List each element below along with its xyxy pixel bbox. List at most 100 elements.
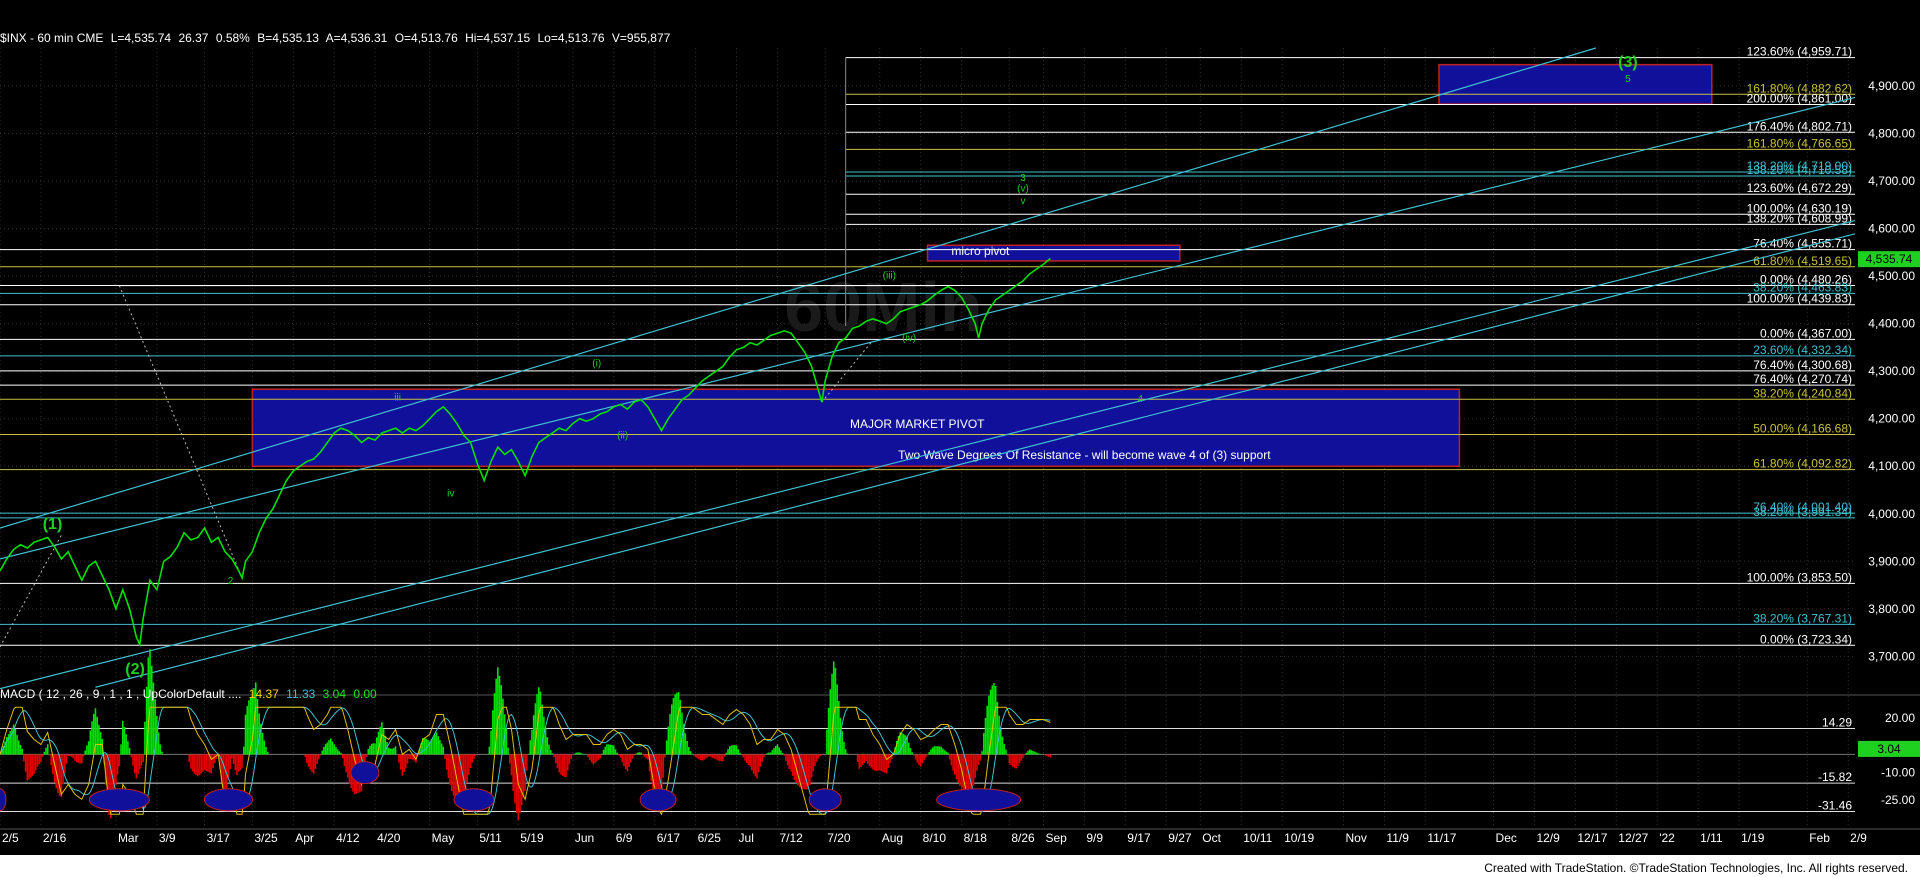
wave-label: iii (394, 393, 401, 404)
y-axis-tick-label: 4,900.00 (1868, 79, 1915, 93)
macd-ellipse-marker (203, 788, 253, 812)
fib-level-label: 200.00% (4,861.00) (1747, 92, 1852, 106)
x-axis-tick-label: 5/19 (520, 831, 544, 845)
fib-level-label: 123.60% (4,959.71) (1747, 45, 1852, 59)
y-axis-tick-label: 4,300.00 (1868, 364, 1915, 378)
x-axis-tick-label: 1/11 (1700, 831, 1723, 845)
wave-label: (iv) (902, 333, 916, 344)
fib-level-label: 50.00% (4,166.68) (1753, 422, 1852, 436)
x-axis-tick-label: 9/9 (1086, 831, 1103, 845)
macd-ellipse-marker (639, 788, 677, 812)
x-axis-tick-label: Apr (295, 831, 314, 845)
macd-zero-value: 0.00 (353, 687, 377, 701)
zone-label: Two Wave Degrees Of Resistance - will be… (898, 448, 1271, 462)
copyright-footer: Created with TradeStation. ©TradeStation… (1480, 861, 1912, 875)
channel-line (0, 96, 1856, 560)
x-axis-tick-label: 4/20 (377, 831, 401, 845)
dotted-trend-line (118, 285, 243, 579)
y-axis-tick-label: 4,100.00 (1868, 459, 1915, 473)
fib-level-label: 123.60% (4,672.29) (1747, 181, 1852, 195)
last-price-tag-label: 4,535.74 (1866, 252, 1913, 266)
macd-ellipse-marker (808, 788, 842, 812)
volume-label: V=955,877 (611, 31, 671, 45)
x-axis-tick-label: 8/18 (964, 831, 988, 845)
x-axis-tick-label: 10/11 (1243, 831, 1272, 845)
fib-level-label: 161.80% (4,766.65) (1747, 136, 1852, 150)
x-axis-tick-label: 2/5 (2, 831, 19, 845)
x-axis-tick-label: 3/9 (159, 831, 176, 845)
x-axis-tick-label: Aug (882, 831, 903, 845)
y-axis-tick-label: 3,900.00 (1868, 554, 1915, 568)
symbol-label: $INX - 60 min CME (0, 31, 104, 45)
y-axis-tick-label: 4,500.00 (1868, 269, 1915, 283)
wave-label: v (1020, 196, 1025, 207)
macd-signal-value: 11.33 (286, 687, 316, 701)
change-pct-label: 0.58% (215, 31, 250, 45)
fib-level-label: 38.20% (4,240.84) (1753, 386, 1852, 400)
x-axis-tick-label: 8/26 (1011, 831, 1035, 845)
ask-label: A=4,536.31 (325, 31, 388, 45)
y-axis-tick-label: 4,000.00 (1868, 507, 1915, 521)
wave-label: 2 (228, 576, 234, 587)
x-axis-tick-label: 6/17 (657, 831, 681, 845)
fib-level-label: 176.40% (4,802.71) (1747, 119, 1852, 133)
x-axis-tick-label: Oct (1202, 831, 1221, 845)
x-axis-tick-label: '22 (1659, 831, 1675, 845)
wave-label: (ii) (617, 431, 628, 442)
zone-label: MAJOR MARKET PIVOT (850, 417, 985, 431)
wave-label: 4 (1137, 394, 1143, 405)
macd-header: MACD ( 12 , 26 , 9 , 1 , 1 , UpColorDefa… (0, 686, 381, 702)
x-axis-tick-label: 11/9 (1386, 831, 1409, 845)
y-axis-tick-label: 4,800.00 (1868, 127, 1915, 141)
fib-level-label: 100.00% (4,439.83) (1747, 292, 1852, 306)
fib-level-label: 61.80% (4,092.82) (1753, 457, 1852, 471)
x-axis-tick-label: 3/25 (254, 831, 278, 845)
last-price-label: L=4,535.74 (110, 31, 172, 45)
x-axis-tick-label: 6/9 (616, 831, 633, 845)
y-axis-tick-label: 4,400.00 (1868, 317, 1915, 331)
fib-level-label: 100.00% (3,853.50) (1747, 570, 1852, 584)
x-axis-tick-label: Jun (575, 831, 594, 845)
x-axis-tick-label: 7/12 (779, 831, 803, 845)
open-label: O=4,513.76 (394, 31, 458, 45)
x-axis-tick-label: 2/9 (1850, 831, 1867, 845)
macd-value: 14.37 (248, 687, 279, 701)
fib-level-label: 38.20% (3,991.34) (1753, 505, 1852, 519)
fib-level-label: 0.00% (3,723.34) (1760, 632, 1852, 646)
macd-level-label: 14.29 (1822, 716, 1852, 730)
x-axis-tick-label: 12/17 (1577, 831, 1607, 845)
x-axis-tick-label: 8/10 (923, 831, 947, 845)
y-axis-tick-label: 4,700.00 (1868, 174, 1915, 188)
x-axis-tick-label: 2/16 (43, 831, 67, 845)
dotted-trend-line (0, 534, 62, 648)
wave-label: iv (447, 489, 454, 500)
x-axis-tick-label: Sep (1045, 831, 1067, 845)
macd-ellipse-marker (350, 761, 380, 785)
fib-level-label: 23.60% (4,332.34) (1753, 343, 1852, 357)
wave-label: 5 (1625, 74, 1631, 85)
wave-label: (v) (1017, 184, 1029, 195)
fib-level-label: 76.40% (4,300.68) (1753, 358, 1852, 372)
x-axis-tick-label: Dec (1496, 831, 1517, 845)
x-axis-tick-label: Mar (118, 831, 139, 845)
x-axis-tick-label: 4/12 (336, 831, 360, 845)
x-axis-tick-label: Jul (739, 831, 754, 845)
x-axis-tick-label: 10/19 (1284, 831, 1314, 845)
macd-level-label: -15.82 (1818, 770, 1852, 784)
macd-ellipse-marker (0, 788, 7, 812)
macd-ellipse-marker (88, 788, 150, 812)
fib-level-label: 0.00% (4,367.00) (1760, 326, 1852, 340)
x-axis-tick-label: 12/9 (1536, 831, 1560, 845)
wave-label: (3) (1618, 54, 1638, 71)
macd-hist-value: 3.04 (322, 687, 346, 701)
fib-level-label: 76.40% (4,270.74) (1753, 372, 1852, 386)
y-axis-tick-label: 3,700.00 (1868, 649, 1915, 663)
macd-ellipse-marker (453, 788, 495, 812)
price-header: $INX - 60 min CME L=4,535.74 26.37 0.58%… (0, 30, 674, 46)
macd-ellipse-marker (936, 788, 1022, 812)
x-axis-tick-label: 9/27 (1168, 831, 1192, 845)
y-axis-tick-label: 4,600.00 (1868, 222, 1915, 236)
x-axis-tick-label: 9/17 (1127, 831, 1151, 845)
wave-label: 3 (1020, 173, 1026, 184)
chart-root: { "header": { "symbol": "$INX - 60 min C… (0, 0, 1920, 877)
